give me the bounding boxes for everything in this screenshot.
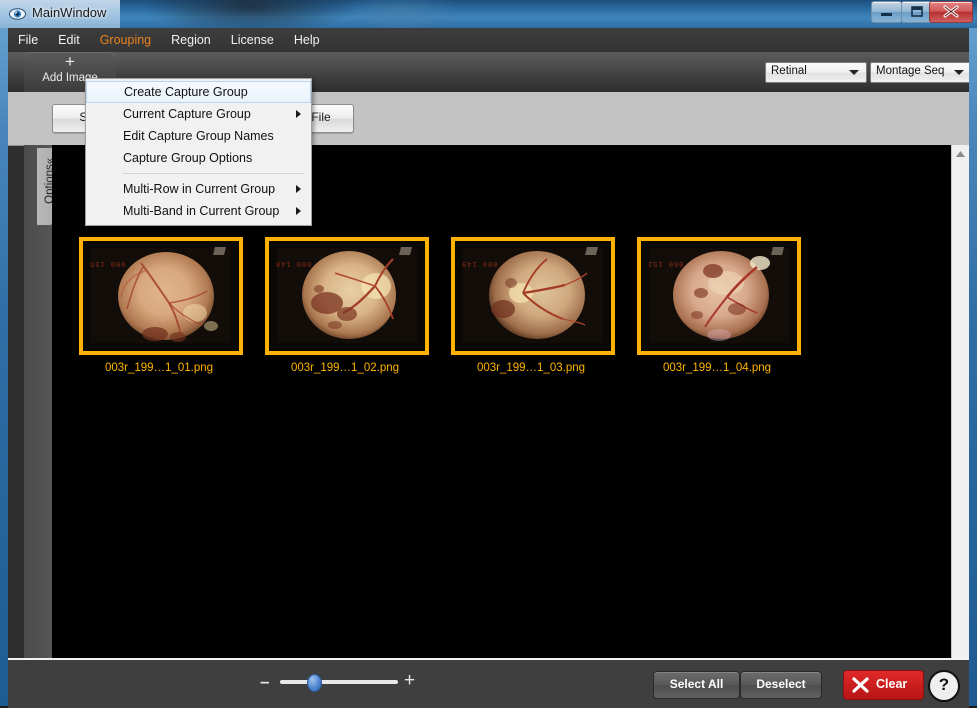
options-tab-strip: « Options	[24, 145, 62, 682]
chevron-down-icon	[849, 70, 859, 75]
menu-item-current-capture-group[interactable]: Current Capture Group	[86, 103, 311, 125]
image-notch	[771, 247, 784, 255]
menu-region[interactable]: Region	[161, 28, 221, 52]
submenu-arrow-icon	[296, 185, 301, 193]
scroll-up-icon	[956, 150, 965, 157]
window-title: MainWindow	[32, 5, 107, 20]
plus-icon: +	[65, 52, 75, 71]
help-button[interactable]: ?	[928, 670, 960, 702]
zoom-out-button[interactable]: –	[260, 673, 269, 690]
zoom-slider[interactable]	[280, 674, 398, 692]
montage-mode-select[interactable]: Montage Seq	[870, 62, 969, 83]
thumbnail-frame[interactable]: 000 149	[451, 237, 615, 355]
thumbnail-caption: 003r_199…1_03.png	[476, 362, 586, 374]
menu-item-capture-group-options[interactable]: Capture Group Options	[86, 147, 311, 169]
fundus-image	[455, 241, 611, 351]
image-notch	[585, 247, 598, 255]
image-notch	[399, 247, 412, 255]
thumbnail-item[interactable]: 000 148 003r_199…1_02.png	[265, 237, 429, 374]
menu-separator	[123, 173, 305, 174]
menu-item-create-capture-group[interactable]: Create Capture Group	[86, 81, 311, 103]
fundus-image	[269, 241, 425, 351]
menu-grouping[interactable]: Grouping	[90, 28, 161, 52]
modality-select-value: Retinal	[771, 65, 807, 77]
eye-icon	[9, 8, 26, 20]
menu-item-label: Current Capture Group	[123, 107, 251, 121]
montage-mode-select-value: Montage Seq	[876, 65, 945, 77]
zoom-slider-handle[interactable]	[307, 674, 322, 692]
menu-item-multi-band-in-current-group[interactable]: Multi-Band in Current Group	[86, 200, 311, 222]
menu-file[interactable]: File	[8, 28, 48, 52]
bottom-toolbar: – + Select All Deselect Clear ?	[8, 658, 969, 708]
fundus-image	[83, 241, 239, 351]
clear-button-label: Clear	[876, 677, 908, 691]
client-area: File Edit Grouping Region License Help + Add …	[8, 28, 969, 698]
thumbnail-item[interactable]: 000 149 003r_199…1_03.png	[451, 237, 615, 374]
minimize-button[interactable]	[871, 1, 902, 23]
menu-item-label: Multi-Row in Current Group	[123, 182, 276, 196]
burn-in-text: 000 148	[275, 259, 312, 267]
maximize-button[interactable]	[901, 1, 932, 23]
submenu-arrow-icon	[296, 110, 301, 118]
thumbnail-item[interactable]: 000 152 003r_199…1_04.png	[637, 237, 801, 374]
grouping-dropdown-menu: Create Capture Group Current Capture Gro…	[85, 78, 312, 226]
vertical-scrollbar[interactable]	[951, 145, 969, 682]
menu-help[interactable]: Help	[284, 28, 330, 52]
menu-bar: File Edit Grouping Region License Help	[8, 28, 969, 53]
thumbnail-frame[interactable]: 000 148	[265, 237, 429, 355]
close-button[interactable]	[929, 1, 973, 23]
deselect-button[interactable]: Deselect	[740, 671, 822, 699]
maximize-icon	[911, 6, 923, 17]
submenu-arrow-icon	[296, 207, 301, 215]
thumbnail-frame[interactable]: 000 155	[79, 237, 243, 355]
clear-button[interactable]: Clear	[843, 670, 924, 700]
burn-in-text: 000 149	[461, 259, 498, 267]
menu-license[interactable]: License	[221, 28, 284, 52]
menu-item-multi-row-in-current-group[interactable]: Multi-Row in Current Group	[86, 178, 311, 200]
thumbnail-caption: 003r_199…1_04.png	[662, 362, 772, 374]
thumbnail-item[interactable]: 000 155 003r_199…1_01.png	[79, 237, 243, 374]
title-bar: MainWindow	[0, 0, 977, 28]
burn-in-text: 000 155	[89, 259, 126, 267]
thumbnail-caption: 003r_199…1_01.png	[104, 362, 214, 374]
burn-in-text: 000 152	[647, 259, 684, 267]
thumbnail-caption: 003r_199…1_02.png	[290, 362, 400, 374]
window-frame: MainWindow File Edit Grouping Region License…	[0, 0, 977, 708]
select-all-button[interactable]: Select All	[653, 671, 740, 699]
chevron-down-icon	[954, 70, 964, 75]
thumbnail-frame[interactable]: 000 152	[637, 237, 801, 355]
scroll-up-button[interactable]	[952, 145, 969, 162]
close-icon	[943, 5, 959, 18]
zoom-in-button[interactable]: +	[404, 671, 415, 690]
minimize-icon	[881, 13, 892, 16]
image-notch	[213, 247, 226, 255]
menu-item-label: Multi-Band in Current Group	[123, 204, 280, 218]
menu-item-edit-capture-group-names[interactable]: Edit Capture Group Names	[86, 125, 311, 147]
x-icon	[852, 677, 869, 693]
fundus-image	[641, 241, 797, 351]
modality-select[interactable]: Retinal	[765, 62, 867, 83]
menu-edit[interactable]: Edit	[48, 28, 90, 52]
